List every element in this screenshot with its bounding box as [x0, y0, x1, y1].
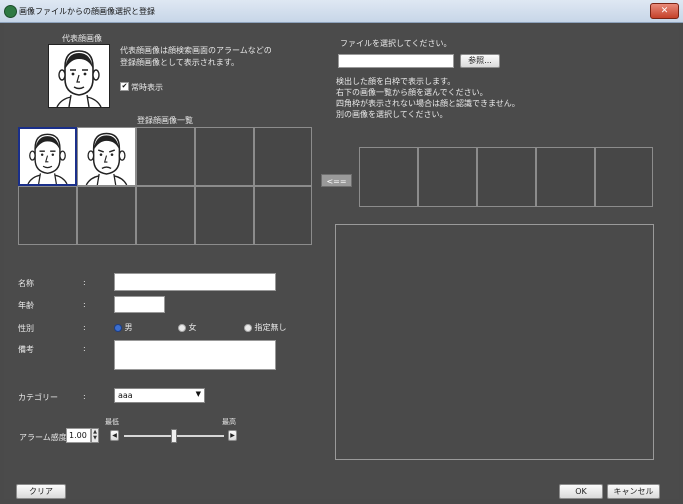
alarm-max-label: 最高	[222, 418, 236, 426]
registered-face-slot[interactable]	[77, 186, 136, 245]
face-illustration-icon	[27, 133, 68, 185]
registered-face-slot[interactable]	[18, 186, 77, 245]
detected-face-slot[interactable]	[359, 147, 418, 207]
dropdown-arrow-icon: ▼	[195, 390, 201, 398]
alarm-sensitivity-input[interactable]: 1.00	[66, 428, 91, 443]
gender-label: 性別	[18, 324, 34, 333]
always-show-label: 常時表示	[131, 83, 163, 92]
registered-faces-grid	[18, 127, 312, 245]
alarm-sensitivity-label: アラーム感度	[19, 433, 67, 442]
age-colon: :	[83, 300, 86, 309]
help-text-1: 検出した顔を白枠で表示します。	[336, 77, 456, 86]
category-label: カテゴリー	[18, 393, 58, 402]
rep-face-image	[48, 44, 110, 108]
gender-colon: :	[83, 323, 86, 332]
always-show-checkbox[interactable]: ✔	[120, 82, 129, 91]
age-input[interactable]	[114, 296, 165, 313]
name-label: 名称	[18, 279, 34, 288]
gender-male-label: 男	[124, 323, 133, 332]
help-text-3: 四角枠が表示されない場合は顔と認識できません。	[336, 99, 520, 108]
slider-right-arrow-icon[interactable]: ▶	[228, 430, 237, 441]
registered-face-slot[interactable]	[136, 186, 195, 245]
category-value: aaa	[118, 391, 133, 400]
detected-faces-list	[359, 147, 653, 207]
image-preview[interactable]	[335, 224, 654, 460]
radio-icon	[244, 323, 252, 332]
age-label: 年齢	[18, 301, 34, 310]
detected-face-slot[interactable]	[595, 147, 653, 207]
category-colon: :	[83, 392, 86, 401]
browse-button[interactable]: 参照...	[460, 54, 500, 68]
help-text-2: 右下の画像一覧から顔を選んでください。	[336, 88, 488, 97]
gender-option-male[interactable]: 男	[114, 322, 133, 333]
detected-face-slot[interactable]	[477, 147, 536, 207]
spin-down-icon[interactable]: ▼	[92, 435, 98, 441]
alarm-spinner[interactable]: ▲ ▼	[91, 428, 99, 443]
file-prompt: ファイルを選択してください。	[340, 39, 452, 48]
registered-face-slot[interactable]	[195, 127, 254, 186]
gender-unspecified-label: 指定無し	[254, 323, 287, 332]
registered-face-slot[interactable]	[254, 127, 312, 186]
ok-button[interactable]: OK	[559, 484, 603, 499]
registered-face-slot[interactable]	[18, 127, 77, 186]
rep-image-description-2: 登録顔画像として表示されます。	[120, 58, 239, 67]
cancel-button[interactable]: キャンセル	[607, 484, 660, 499]
alarm-slider-thumb[interactable]	[171, 429, 177, 443]
notes-input[interactable]	[114, 340, 276, 370]
notes-colon: :	[83, 344, 86, 353]
rep-image-description-1: 代表顔画像は顔検索画面のアラームなどの	[120, 46, 272, 55]
name-input[interactable]	[114, 273, 276, 291]
transfer-button[interactable]: <==	[321, 174, 352, 187]
alarm-min-label: 最低	[105, 418, 119, 426]
gender-female-label: 女	[188, 323, 197, 332]
radio-selected-icon	[114, 323, 122, 332]
detected-face-slot[interactable]	[536, 147, 595, 207]
name-colon: :	[83, 278, 86, 287]
window-title: 画像ファイルからの顔画像選択と登録	[19, 7, 155, 16]
gender-option-unspecified[interactable]: 指定無し	[244, 322, 287, 333]
detected-face-slot[interactable]	[418, 147, 477, 207]
registered-face-slot[interactable]	[136, 127, 195, 186]
registered-face-slot[interactable]	[195, 186, 254, 245]
slider-left-arrow-icon[interactable]: ◀	[110, 430, 119, 441]
registered-faces-label: 登録顔画像一覧	[137, 116, 193, 125]
help-text-4: 別の画像を選択してください。	[336, 110, 448, 119]
gender-option-female[interactable]: 女	[178, 322, 197, 333]
title-bar: 画像ファイルからの顔画像選択と登録 ✕	[0, 0, 683, 23]
notes-label: 備考	[18, 345, 34, 354]
rep-image-label: 代表顔画像	[62, 34, 102, 43]
file-path-input[interactable]	[338, 54, 454, 68]
clear-button[interactable]: クリア	[16, 484, 66, 499]
category-select[interactable]: aaa ▼	[114, 388, 205, 403]
radio-icon	[178, 323, 186, 332]
close-button[interactable]: ✕	[650, 3, 679, 19]
face-illustration-icon	[56, 50, 102, 108]
face-illustration-icon	[85, 132, 128, 186]
registered-face-slot[interactable]	[254, 186, 312, 245]
app-icon	[4, 5, 17, 18]
registered-face-slot[interactable]	[77, 127, 136, 186]
